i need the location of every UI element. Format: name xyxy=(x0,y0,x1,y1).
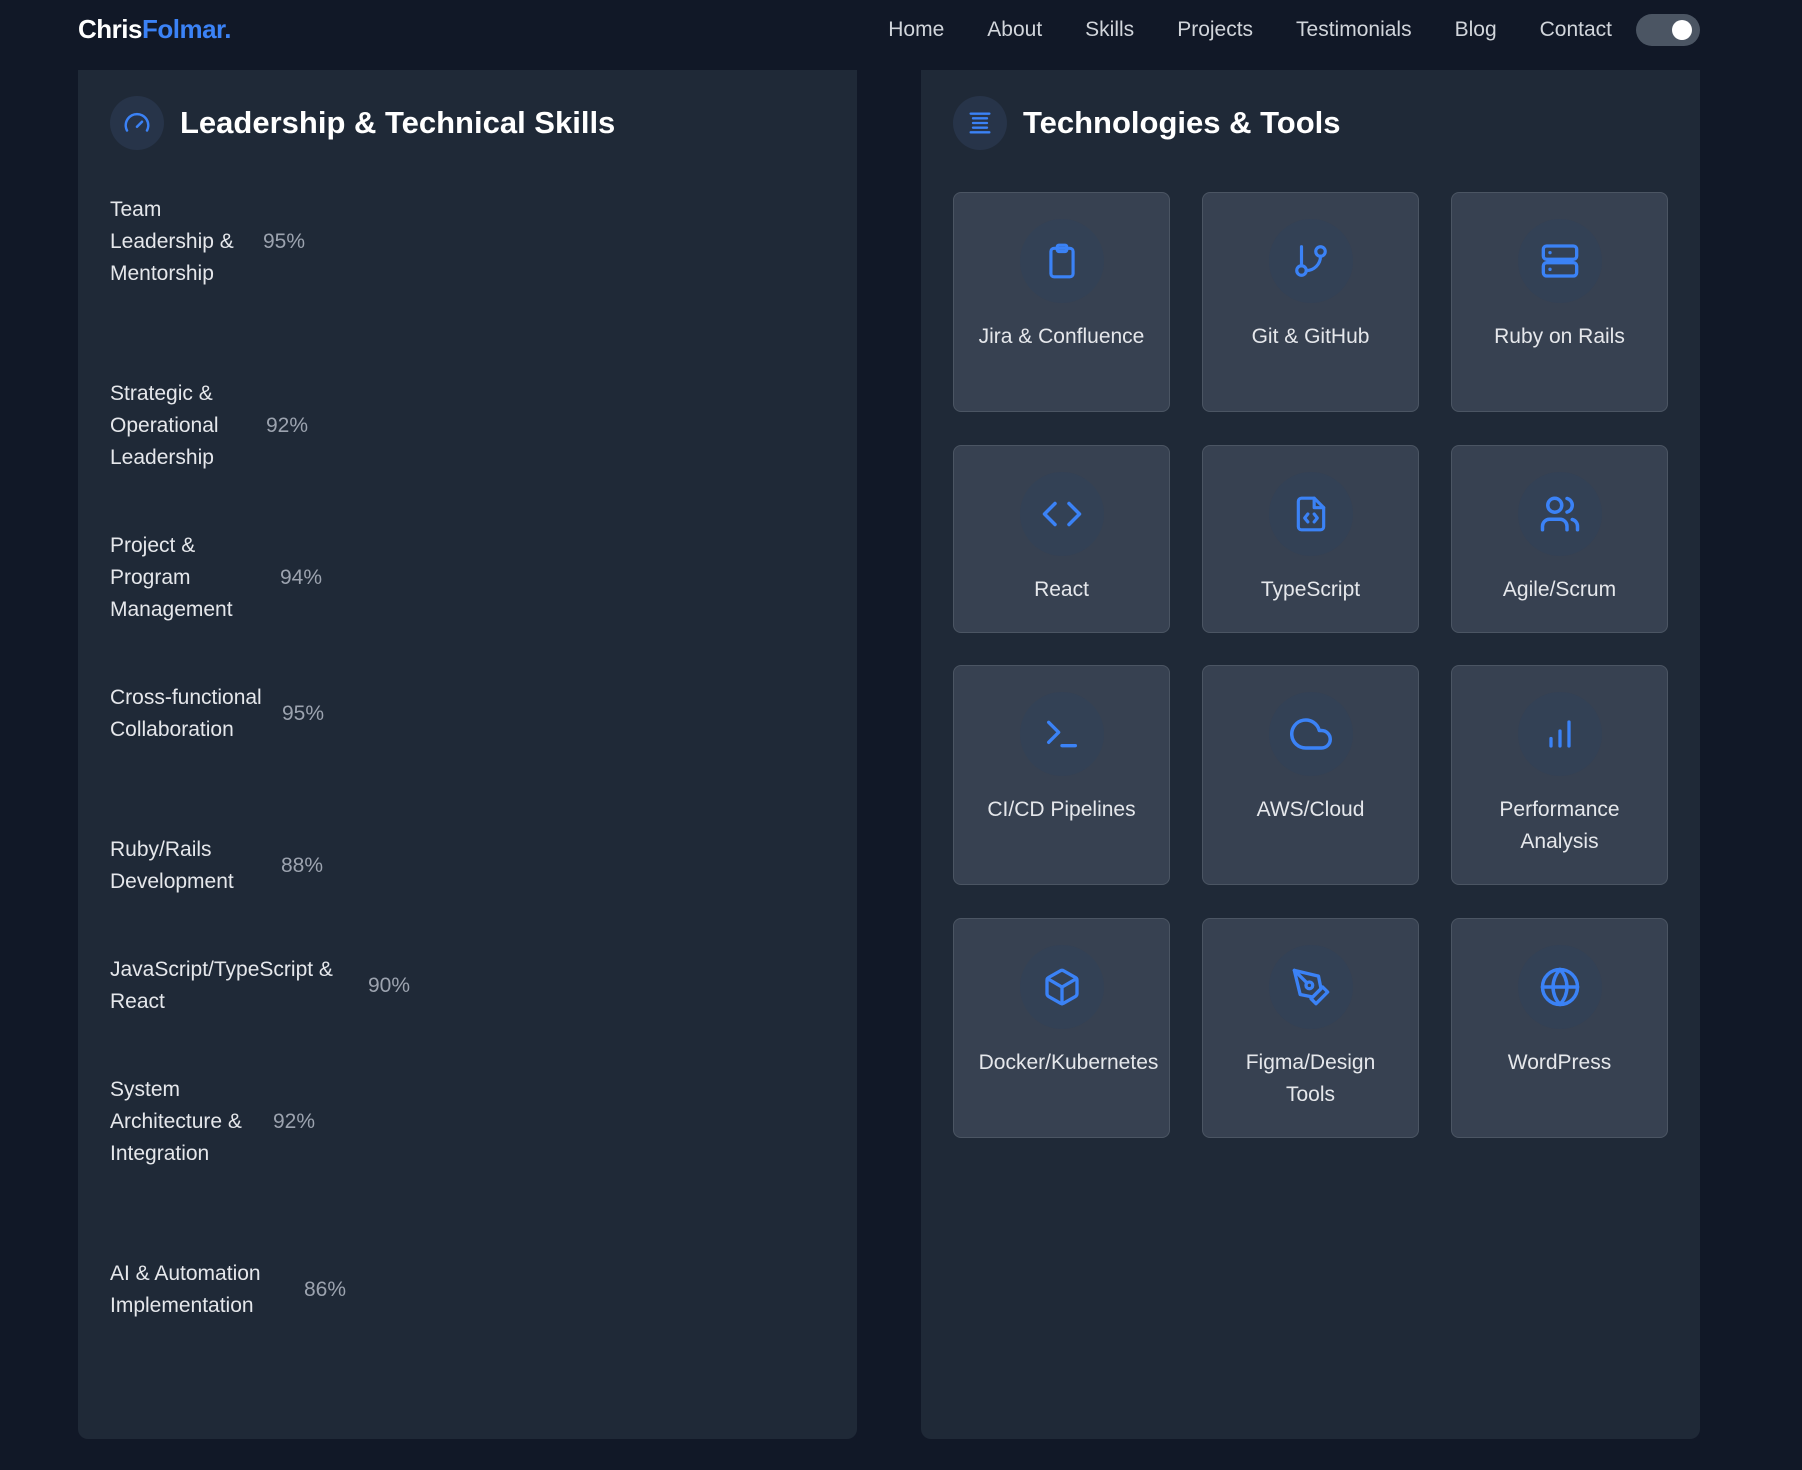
skill-label: Team Leadership & Mentorship xyxy=(110,198,234,285)
tool-card-typescript[interactable]: TypeScript xyxy=(1202,445,1419,633)
skill-percent: 95% xyxy=(282,702,325,725)
skill-percent: 86% xyxy=(304,1278,347,1301)
nav-links: Home About Skills Projects Testimonials … xyxy=(888,18,1612,42)
list-icon xyxy=(953,96,1007,150)
theme-toggle-knob xyxy=(1672,20,1692,40)
skill-item: Strategic & Operational Leadership 92% xyxy=(110,378,308,474)
pen-tool-icon xyxy=(1268,945,1353,1029)
tools-panel: Technologies & Tools Jira & Confluence G… xyxy=(921,70,1700,1439)
skill-item: AI & Automation Implementation 86% xyxy=(110,1258,346,1322)
site-logo[interactable]: ChrisFolmar. xyxy=(78,14,231,45)
tool-label: Git & GitHub xyxy=(1251,325,1370,348)
nav-link-contact[interactable]: Contact xyxy=(1540,18,1612,42)
theme-toggle[interactable] xyxy=(1636,14,1700,46)
tool-label: WordPress xyxy=(1507,1051,1612,1074)
tool-label: Performance Analysis xyxy=(1499,798,1620,853)
skill-label: JavaScript/TypeScript & React xyxy=(110,958,333,1013)
skill-percent: 90% xyxy=(368,974,411,997)
skill-item: Project & Program Management 94% xyxy=(110,530,322,626)
skill-item: Cross-functional Collaboration 95% xyxy=(110,682,324,746)
skill-percent: 88% xyxy=(281,854,324,877)
nav-link-home[interactable]: Home xyxy=(888,18,944,42)
skill-label: AI & Automation Implementation xyxy=(110,1262,261,1317)
tool-label: CI/CD Pipelines xyxy=(987,798,1136,821)
skill-label: Ruby/Rails Development xyxy=(110,838,234,893)
nav-link-skills[interactable]: Skills xyxy=(1085,18,1134,42)
tool-label: Jira & Confluence xyxy=(978,325,1145,348)
tools-grid: Jira & Confluence Git & GitHub Ruby on R… xyxy=(953,192,1668,1138)
tool-card-docker[interactable]: Docker/Kubernetes xyxy=(953,918,1170,1138)
tools-panel-title: Technologies & Tools xyxy=(1023,105,1341,140)
code-icon xyxy=(1019,472,1104,556)
skill-label: Project & Program Management xyxy=(110,534,233,621)
top-navbar: ChrisFolmar. Home About Skills Projects … xyxy=(0,0,1802,62)
logo-last-name: Folmar. xyxy=(141,14,231,44)
tool-label: Ruby on Rails xyxy=(1494,325,1625,348)
box-icon xyxy=(1019,945,1104,1029)
cloud-icon xyxy=(1268,692,1353,776)
skill-percent: 92% xyxy=(266,414,309,437)
skill-percent: 94% xyxy=(280,566,323,589)
skills-panel-header: Leadership & Technical Skills xyxy=(110,96,615,150)
skills-panel: Leadership & Technical Skills Team Leade… xyxy=(78,70,857,1439)
terminal-icon xyxy=(1019,692,1104,776)
nav-link-about[interactable]: About xyxy=(987,18,1042,42)
skills-panel-title: Leadership & Technical Skills xyxy=(180,105,616,140)
users-icon xyxy=(1517,472,1602,556)
skill-item: Team Leadership & Mentorship 95% xyxy=(110,194,305,290)
tool-label: TypeScript xyxy=(1260,578,1361,601)
nav-link-testimonials[interactable]: Testimonials xyxy=(1296,18,1412,42)
tool-label: Agile/Scrum xyxy=(1502,578,1617,601)
skill-label: System Architecture & Integration xyxy=(110,1078,242,1165)
tool-card-jira[interactable]: Jira & Confluence xyxy=(953,192,1170,412)
clipboard-icon xyxy=(1019,219,1104,303)
tools-panel-header: Technologies & Tools xyxy=(953,96,1340,150)
logo-first-name: Chris xyxy=(78,14,142,44)
tool-label: Figma/Design Tools xyxy=(1245,1051,1376,1106)
skill-percent: 95% xyxy=(263,230,306,253)
tool-card-git[interactable]: Git & GitHub xyxy=(1202,192,1419,412)
bar-chart-icon xyxy=(1517,692,1602,776)
tool-label: React xyxy=(1034,578,1089,601)
skill-label: Strategic & Operational Leadership xyxy=(110,382,219,469)
nav-link-projects[interactable]: Projects xyxy=(1177,18,1253,42)
tool-card-aws[interactable]: AWS/Cloud xyxy=(1202,665,1419,885)
globe-icon xyxy=(1517,945,1602,1029)
tool-card-figma[interactable]: Figma/Design Tools xyxy=(1202,918,1419,1138)
skill-item: System Architecture & Integration 92% xyxy=(110,1074,315,1170)
file-code-icon xyxy=(1268,472,1353,556)
nav-link-blog[interactable]: Blog xyxy=(1455,18,1497,42)
gauge-icon xyxy=(110,96,164,150)
tool-card-performance[interactable]: Performance Analysis xyxy=(1451,665,1668,885)
skill-label: Cross-functional Collaboration xyxy=(110,686,262,741)
skill-percent: 92% xyxy=(273,1110,316,1133)
tool-label: Docker/Kubernetes xyxy=(978,1051,1159,1074)
tool-card-agile[interactable]: Agile/Scrum xyxy=(1451,445,1668,633)
skill-item: Ruby/Rails Development 88% xyxy=(110,834,323,898)
tool-card-react[interactable]: React xyxy=(953,445,1170,633)
tool-card-wordpress[interactable]: WordPress xyxy=(1451,918,1668,1138)
tool-label: AWS/Cloud xyxy=(1256,798,1365,821)
tool-card-cicd[interactable]: CI/CD Pipelines xyxy=(953,665,1170,885)
skill-item: JavaScript/TypeScript & React 90% xyxy=(110,954,410,1018)
git-branch-icon xyxy=(1268,219,1353,303)
server-icon xyxy=(1517,219,1602,303)
tool-card-rails[interactable]: Ruby on Rails xyxy=(1451,192,1668,412)
